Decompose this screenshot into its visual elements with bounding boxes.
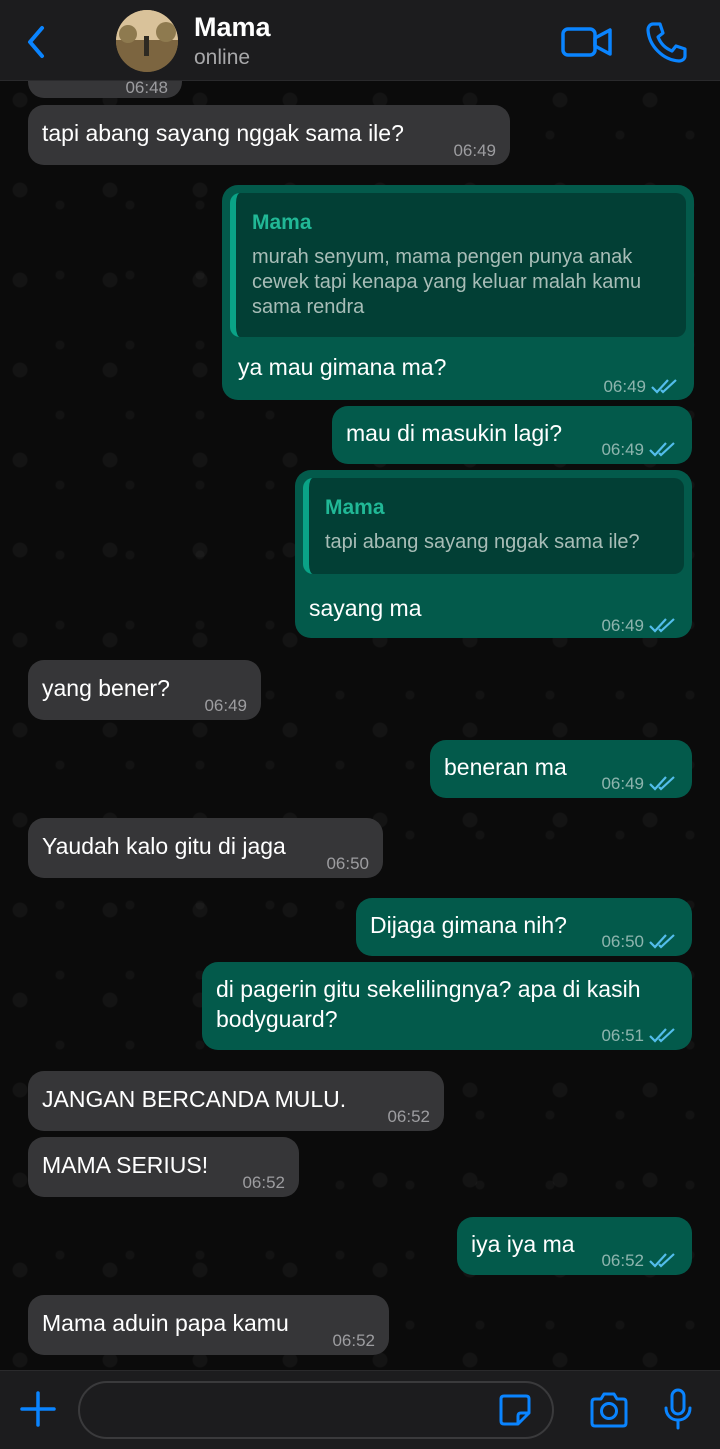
quote-text: murah senyum, mama pengen punya anak cew… <box>252 246 642 318</box>
microphone-icon[interactable] <box>662 1387 694 1431</box>
chat-header: Mama online <box>0 0 720 81</box>
message-bubble-out[interactable]: di pagerin gitu sekelilingnya? apa di ka… <box>202 962 692 1050</box>
message-time: 06:49 <box>601 434 678 466</box>
message-text: beneran ma <box>444 754 567 780</box>
camera-icon[interactable] <box>588 1391 630 1429</box>
double-check-icon <box>651 379 677 394</box>
message-text: tapi abang sayang nggak sama ile? <box>42 120 404 146</box>
message-time: 06:52 <box>387 1107 430 1126</box>
message-time: 06:49 <box>601 610 678 642</box>
message-time: 06:52 <box>242 1173 285 1192</box>
double-check-icon <box>649 934 675 949</box>
quoted-message[interactable]: Mama murah senyum, mama pengen punya ana… <box>230 193 686 337</box>
message-bubble-out[interactable]: beneran ma 06:49 <box>430 740 692 798</box>
message-bubble-in[interactable]: yang bener? 06:49 <box>28 660 261 720</box>
message-time: 06:49 <box>603 371 680 403</box>
message-text: MAMA SERIUS! <box>42 1152 209 1178</box>
quote-author: Mama <box>252 211 312 234</box>
message-time: 06:49 <box>204 696 247 715</box>
message-input[interactable] <box>78 1381 554 1439</box>
message-bubble-in[interactable]: JANGAN BERCANDA MULU. 06:52 <box>28 1071 444 1131</box>
double-check-icon <box>649 618 675 633</box>
message-text: Yaudah kalo gitu di jaga <box>42 833 286 859</box>
double-check-icon <box>649 1028 675 1043</box>
message-bubble-in[interactable]: Yaudah kalo gitu di jaga 06:50 <box>28 818 383 878</box>
double-check-icon <box>649 442 675 457</box>
message-bubble-in[interactable]: 06:48 <box>28 80 182 98</box>
message-text: iya iya ma <box>471 1231 575 1257</box>
plus-icon[interactable] <box>18 1389 58 1429</box>
quote-text: tapi abang sayang nggak sama ile? <box>325 531 640 553</box>
message-time: 06:50 <box>326 854 369 873</box>
message-bubble-out[interactable]: mau di masukin lagi? 06:49 <box>332 406 692 464</box>
phone-icon[interactable] <box>644 20 688 64</box>
message-text: yang bener? <box>42 675 170 701</box>
video-camera-icon[interactable] <box>560 22 614 62</box>
message-text: bodyguard? <box>216 1006 338 1032</box>
message-time: 06:48 <box>125 80 168 97</box>
message-time: 06:52 <box>601 1245 678 1277</box>
message-bubble-in[interactable]: Mama aduin papa kamu 06:52 <box>28 1295 389 1355</box>
message-text: mau di masukin lagi? <box>346 420 563 446</box>
avatar[interactable] <box>116 10 178 72</box>
message-text: Dijaga gimana nih? <box>370 912 567 938</box>
message-time: 06:52 <box>332 1331 375 1350</box>
message-time: 06:50 <box>601 926 678 958</box>
double-check-icon <box>649 1253 675 1268</box>
message-bubble-in[interactable]: MAMA SERIUS! 06:52 <box>28 1137 299 1197</box>
sticker-icon[interactable] <box>498 1393 532 1427</box>
message-text: di pagerin gitu sekelilingnya? apa di ka… <box>216 976 641 1002</box>
quote-author: Mama <box>325 496 385 519</box>
message-time: 06:49 <box>601 768 678 800</box>
contact-status: online <box>194 46 251 69</box>
message-bubble-out[interactable]: Dijaga gimana nih? 06:50 <box>356 898 692 956</box>
message-text: sayang ma <box>309 595 422 621</box>
compose-bar <box>0 1370 720 1449</box>
chevron-left-icon[interactable] <box>18 22 54 62</box>
message-text: Mama aduin papa kamu <box>42 1310 289 1336</box>
message-bubble-out[interactable]: Mama murah senyum, mama pengen punya ana… <box>222 185 694 400</box>
message-time: 06:51 <box>601 1020 678 1052</box>
message-text: JANGAN BERCANDA MULU. <box>42 1086 347 1112</box>
double-check-icon <box>649 776 675 791</box>
contact-name[interactable]: Mama <box>194 12 271 43</box>
message-time: 06:49 <box>453 141 496 160</box>
quoted-message[interactable]: Mama tapi abang sayang nggak sama ile? <box>303 478 684 574</box>
message-bubble-in[interactable]: tapi abang sayang nggak sama ile? 06:49 <box>28 105 510 165</box>
message-bubble-out[interactable]: Mama tapi abang sayang nggak sama ile? s… <box>295 470 692 638</box>
message-text: ya mau gimana ma? <box>238 354 447 380</box>
message-bubble-out[interactable]: iya iya ma 06:52 <box>457 1217 692 1275</box>
message-list[interactable]: 06:48 tapi abang sayang nggak sama ile? … <box>0 80 720 1370</box>
